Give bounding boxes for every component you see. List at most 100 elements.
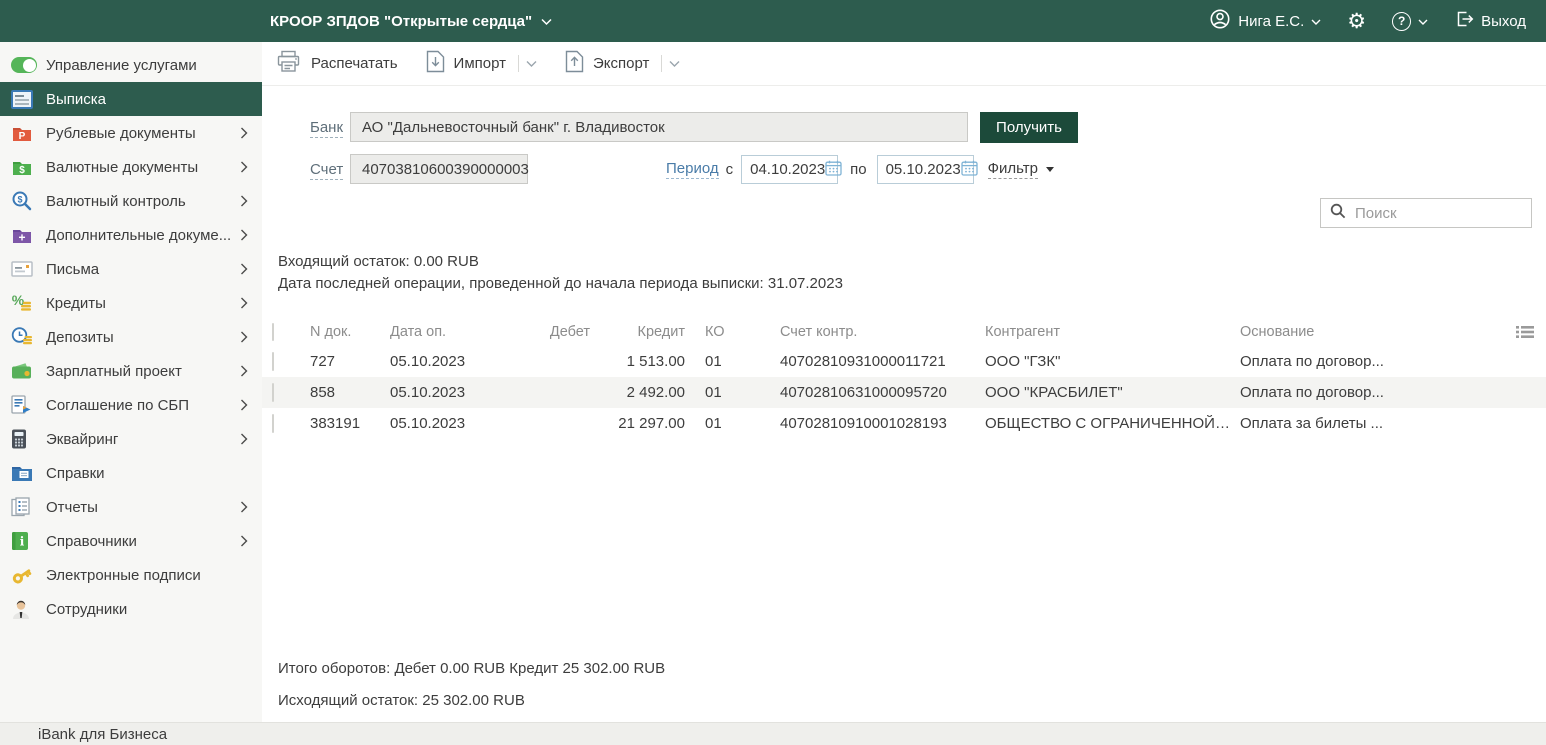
- bank-input[interactable]: АО "Дальневосточный банк" г. Владивосток: [350, 112, 968, 142]
- sidebar-item-salary-project[interactable]: Зарплатный проект: [0, 354, 262, 388]
- column-header[interactable]: Дебет: [510, 324, 600, 340]
- column-header[interactable]: Основание: [1230, 324, 1506, 340]
- chevron-right-icon: [240, 195, 248, 207]
- sidebar-item-label: Валютный контроль: [46, 193, 186, 210]
- toggle-on-icon[interactable]: [11, 54, 37, 76]
- chevron-down-icon: [1311, 13, 1321, 30]
- ko-code: 01: [695, 353, 770, 370]
- table-row[interactable]: 858 05.10.2023 2 492.00 01 4070281063100…: [262, 377, 1546, 408]
- sidebar-item-label: Зарплатный проект: [46, 363, 182, 380]
- search-input[interactable]: [1355, 205, 1546, 222]
- filter-toggle[interactable]: Фильтр: [988, 160, 1054, 179]
- contr-account: 40702810931000011721: [770, 353, 975, 370]
- user-menu[interactable]: Нига Е.С.: [1209, 8, 1321, 34]
- toolbar: Распечатать Импорт Экспорт: [262, 42, 1546, 86]
- export-dropdown-chevron-icon[interactable]: [669, 60, 680, 68]
- period-to-prefix: по: [850, 161, 866, 178]
- sidebar-item-additional-documents[interactable]: + Дополнительные докуме...: [0, 218, 262, 252]
- deposits-icon: [11, 326, 37, 348]
- select-all-checkbox[interactable]: [272, 323, 274, 341]
- search-icon: [1330, 203, 1346, 224]
- calendar-icon[interactable]: [825, 160, 842, 180]
- account-input[interactable]: 40703810600390000003: [350, 154, 528, 184]
- user-icon: [1209, 8, 1231, 34]
- column-header[interactable]: N док.: [300, 324, 380, 340]
- import-dropdown-chevron-icon[interactable]: [526, 60, 537, 68]
- acquiring-icon: [11, 428, 37, 450]
- help-icon: ?: [1392, 12, 1411, 31]
- doc-number: 383191: [300, 415, 380, 432]
- import-button[interactable]: Импорт: [426, 50, 506, 77]
- period-from-input[interactable]: 04.10.2023: [741, 155, 838, 184]
- sidebar-item-label: Справки: [46, 465, 105, 482]
- get-statement-button[interactable]: Получить: [980, 112, 1078, 143]
- chevron-right-icon: [240, 161, 248, 173]
- chevron-right-icon: [240, 263, 248, 275]
- top-bar: КРООР ЗПДОВ "Открытые сердца" Нига Е.С. …: [0, 0, 1546, 42]
- sidebar-item-signatures[interactable]: Электронные подписи: [0, 558, 262, 592]
- additional-documents-icon: +: [11, 224, 37, 246]
- doc-number: 727: [300, 353, 380, 370]
- help-menu[interactable]: ?: [1392, 12, 1428, 31]
- column-header[interactable]: Контрагент: [975, 324, 1230, 340]
- row-checkbox[interactable]: [272, 414, 274, 433]
- period-from-prefix: с: [726, 161, 734, 178]
- column-header[interactable]: КО: [695, 324, 770, 340]
- credit: 2 492.00: [600, 384, 695, 401]
- column-header[interactable]: Дата оп.: [380, 324, 510, 340]
- sidebar-item-acquiring[interactable]: Эквайринг: [0, 422, 262, 456]
- sidebar-item-statement[interactable]: Выписка: [0, 82, 262, 116]
- account-value: 40703810600390000003: [362, 161, 529, 178]
- print-button[interactable]: Распечатать: [276, 50, 398, 77]
- logout-icon: [1454, 9, 1474, 33]
- chevron-right-icon: [240, 127, 248, 139]
- calendar-icon[interactable]: [961, 160, 978, 180]
- sidebar-item-employees[interactable]: Сотрудники: [0, 592, 262, 626]
- period-label[interactable]: Период: [666, 160, 719, 179]
- basis: Оплата по договор...: [1230, 353, 1506, 370]
- turnover-total: Итого оборотов: Дебет 0.00 RUB Кредит 25…: [278, 660, 665, 677]
- export-icon: [565, 50, 584, 77]
- settings-button[interactable]: ⚙: [1347, 11, 1366, 32]
- sidebar-item-letters[interactable]: Письма: [0, 252, 262, 286]
- sidebar-item-sbp-agreement[interactable]: Соглашение по СБП: [0, 388, 262, 422]
- svg-text:Р: Р: [19, 131, 26, 142]
- sidebar-item-certificates[interactable]: Справки: [0, 456, 262, 490]
- reports-icon: [11, 496, 37, 518]
- export-button[interactable]: Экспорт: [565, 50, 649, 77]
- table-row[interactable]: 727 05.10.2023 1 513.00 01 4070281093100…: [262, 346, 1546, 377]
- sidebar-item-label: Рублевые документы: [46, 125, 196, 142]
- caret-down-icon: [1046, 167, 1054, 172]
- org-selector[interactable]: КРООР ЗПДОВ "Открытые сердца": [270, 13, 552, 30]
- sidebar-item-credits[interactable]: % Кредиты: [0, 286, 262, 320]
- chevron-right-icon: [240, 331, 248, 343]
- row-checkbox[interactable]: [272, 383, 274, 402]
- sidebar-item-reports[interactable]: Отчеты: [0, 490, 262, 524]
- sidebar-item-ruble-documents[interactable]: Р Рублевые документы: [0, 116, 262, 150]
- app-footer: iBank для Бизнеса: [0, 722, 1546, 745]
- sidebar-item-service-management[interactable]: Управление услугами: [0, 48, 262, 82]
- period-controls: Период с 04.10.2023 по 05.10.2023 Фильтр: [666, 155, 1054, 184]
- chevron-right-icon: [240, 399, 248, 411]
- credit: 21 297.00: [600, 415, 695, 432]
- user-name: Нига Е.С.: [1238, 13, 1304, 30]
- column-header[interactable]: Кредит: [600, 324, 695, 340]
- account-label[interactable]: Счет: [310, 161, 343, 180]
- sidebar-item-label: Управление услугами: [46, 57, 197, 74]
- op-date: 05.10.2023: [380, 353, 510, 370]
- sidebar-item-currency-control[interactable]: $ Валютный контроль: [0, 184, 262, 218]
- table-row[interactable]: 383191 05.10.2023 21 297.00 01 407028109…: [262, 408, 1546, 439]
- column-header[interactable]: Счет контр.: [770, 324, 975, 340]
- sidebar-item-label: Выписка: [46, 91, 106, 108]
- sidebar-item-label: Соглашение по СБП: [46, 397, 189, 414]
- row-checkbox[interactable]: [272, 352, 274, 371]
- sidebar-item-directories[interactable]: i Справочники: [0, 524, 262, 558]
- sidebar-item-label: Депозиты: [46, 329, 114, 346]
- bank-label[interactable]: Банк: [310, 119, 343, 138]
- logout-button[interactable]: Выход: [1454, 9, 1526, 33]
- sidebar-item-currency-documents[interactable]: $ Валютные документы: [0, 150, 262, 184]
- search-box[interactable]: [1320, 198, 1532, 228]
- sidebar-item-deposits[interactable]: Депозиты: [0, 320, 262, 354]
- period-to-input[interactable]: 05.10.2023: [877, 155, 974, 184]
- column-settings-icon[interactable]: [1506, 325, 1546, 339]
